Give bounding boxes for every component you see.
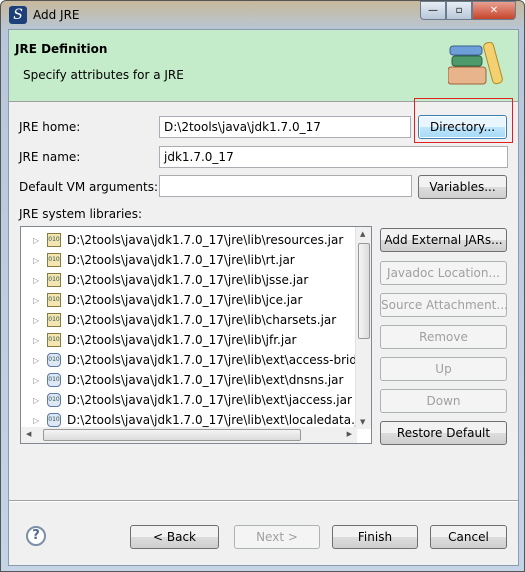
jar-icon: 010 [47,293,61,307]
library-path: D:\2tools\java\jdk1.7.0_17\jre\lib\jce.j… [67,293,303,307]
vertical-scroll-thumb[interactable] [358,243,370,339]
jre-home-input[interactable]: D:\2tools\java\jdk1.7.0_17 [159,116,411,138]
expand-arrow-icon[interactable]: ▷ [33,276,43,285]
expand-arrow-icon[interactable]: ▷ [33,416,43,425]
library-row[interactable]: ▷ 010 D:\2tools\java\jdk1.7.0_17\jre\lib\e… [21,350,365,370]
jar-icon: 010 [47,273,61,287]
library-row[interactable]: ▷ 010 D:\2tools\java\jdk1.7.0_17\jre\lib\r… [21,230,343,250]
header-title: JRE Definition [15,42,108,56]
ext-jar-icon: 010 [47,353,61,367]
down-button[interactable]: Down [380,389,507,413]
next-button[interactable]: Next > [234,525,320,549]
close-button[interactable]: ✕ [472,1,516,20]
library-row[interactable]: ▷ 010 D:\2tools\java\jdk1.7.0_17\jre\lib\j… [21,330,297,350]
add-jre-window: S Add JRE — ▫ ✕ JRE Definition Specify a… [0,0,525,572]
library-row[interactable]: ▷ 010 D:\2tools\java\jdk1.7.0_17\jre\lib\j… [21,290,302,310]
expand-arrow-icon[interactable]: ▷ [33,376,43,385]
library-path: D:\2tools\java\jdk1.7.0_17\jre\lib\ext\a… [67,353,365,367]
directory-button[interactable]: Directory... [418,115,507,139]
expand-arrow-icon[interactable]: ▷ [33,236,43,245]
books-icon [448,42,503,85]
window-title: Add JRE [33,8,80,22]
footer-separator [9,500,518,502]
library-path: D:\2tools\java\jdk1.7.0_17\jre\lib\rt.ja… [67,253,295,267]
jre-name-label: JRE name: [19,150,81,164]
back-button[interactable]: < Back [130,525,219,549]
library-path: D:\2tools\java\jdk1.7.0_17\jre\lib\resou… [67,233,344,247]
title-bar: S Add JRE [9,4,80,26]
jar-icon: 010 [47,253,61,267]
libraries-label: JRE system libraries: [19,207,142,221]
expand-arrow-icon[interactable]: ▷ [33,296,43,305]
jar-icon: 010 [47,233,61,247]
minimize-button[interactable]: — [420,1,446,20]
library-row[interactable]: ▷ 010 D:\2tools\java\jdk1.7.0_17\jre\lib\j… [21,270,308,290]
dialog-body: JRE Definition Specify attributes for a … [8,29,519,566]
vertical-scrollbar[interactable]: ▲ ▼ [355,227,371,429]
source-attachment-button[interactable]: Source Attachment... [380,293,508,317]
library-path: D:\2tools\java\jdk1.7.0_17\jre\lib\jsse.… [67,273,309,287]
restore-default-button[interactable]: Restore Default [380,421,507,445]
help-icon[interactable]: ? [26,526,46,546]
expand-arrow-icon[interactable]: ▷ [33,316,43,325]
variables-button[interactable]: Variables... [418,175,507,199]
library-row[interactable]: ▷ 010 D:\2tools\java\jdk1.7.0_17\jre\lib\c… [21,310,336,330]
library-row[interactable]: ▷ 010 D:\2tools\java\jdk1.7.0_17\jre\lib\r… [21,250,295,270]
ext-jar-icon: 010 [47,373,61,387]
library-row[interactable]: ▷ 010 D:\2tools\java\jdk1.7.0_17\jre\lib\e… [21,390,352,410]
horizontal-scrollbar[interactable]: ◀ ▶ [21,427,357,443]
ext-jar-icon: 010 [47,413,61,427]
expand-arrow-icon[interactable]: ▷ [33,356,43,365]
expand-arrow-icon[interactable]: ▷ [33,396,43,405]
horizontal-scroll-thumb[interactable] [43,429,301,441]
eclipse-app-icon: S [9,6,27,24]
library-path: D:\2tools\java\jdk1.7.0_17\jre\lib\ext\j… [67,393,352,407]
wizard-header: JRE Definition Specify attributes for a … [9,30,518,102]
library-path: D:\2tools\java\jdk1.7.0_17\jre\lib\jfr.j… [67,333,297,347]
jar-icon: 010 [47,333,61,347]
vm-args-input[interactable] [159,175,412,197]
up-button[interactable]: Up [380,357,507,381]
library-path: D:\2tools\java\jdk1.7.0_17\jre\lib\ext\l… [67,413,366,427]
jre-home-label: JRE home: [19,120,81,134]
library-path: D:\2tools\java\jdk1.7.0_17\jre\lib\ext\d… [67,373,344,387]
libraries-tree[interactable]: ▷ 010 D:\2tools\java\jdk1.7.0_17\jre\lib\e… [20,226,372,444]
library-row[interactable]: ▷ 010 D:\2tools\java\jdk1.7.0_17\jre\lib\e… [21,370,343,390]
library-path: D:\2tools\java\jdk1.7.0_17\jre\lib\chars… [67,313,337,327]
cancel-button[interactable]: Cancel [430,525,507,549]
expand-arrow-icon[interactable]: ▷ [33,336,43,345]
finish-button[interactable]: Finish [332,525,418,549]
expand-arrow-icon[interactable]: ▷ [33,256,43,265]
maximize-button[interactable]: ▫ [446,1,472,20]
jar-icon: 010 [47,313,61,327]
ext-jar-icon: 010 [47,393,61,407]
jre-name-input[interactable]: jdk1.7.0_17 [159,146,508,168]
header-subtitle: Specify attributes for a JRE [23,68,184,82]
javadoc-location-button[interactable]: Javadoc Location... [380,261,507,285]
add-external-jars-button[interactable]: Add External JARs... [380,228,507,252]
vm-args-label: Default VM arguments: [19,180,159,194]
remove-button[interactable]: Remove [380,325,507,349]
